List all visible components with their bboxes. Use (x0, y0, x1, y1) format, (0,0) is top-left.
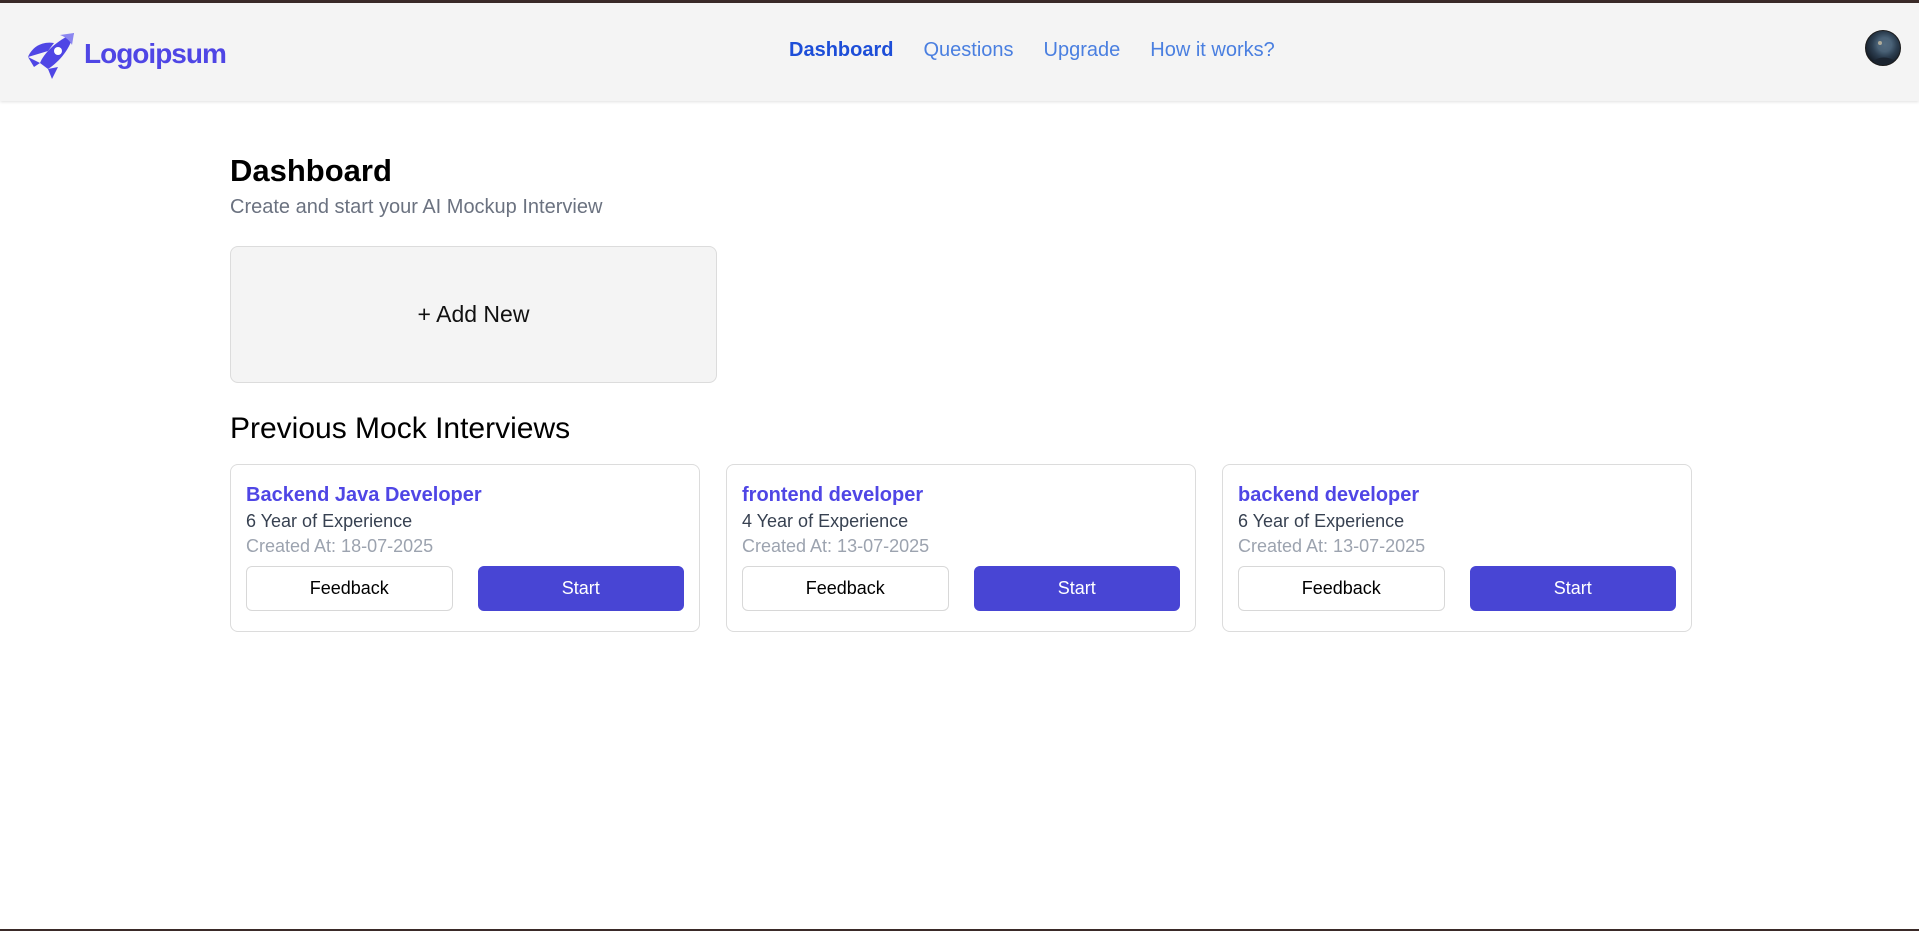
top-navbar: Logoipsum Dashboard Questions Upgrade Ho… (0, 3, 1919, 101)
page-subtitle: Create and start your AI Mockup Intervie… (230, 196, 603, 218)
interview-role: backend developer (1238, 484, 1420, 506)
interview-card: Backend Java Developer 6 Year of Experie… (230, 464, 700, 632)
nav-dashboard[interactable]: Dashboard (789, 39, 893, 62)
feedback-button[interactable]: Feedback (246, 566, 453, 611)
start-button[interactable]: Start (973, 566, 1180, 611)
interview-experience: 6 Year of Experience (1238, 511, 1405, 531)
brand-logo[interactable]: Logoipsum (22, 27, 227, 81)
interview-created-date: Created At: 13-07-2025 (742, 536, 930, 556)
rocket-logo-icon (28, 33, 74, 79)
page-title: Dashboard (230, 153, 392, 188)
add-new-label: + Add New (417, 301, 530, 327)
interview-card: backend developer 6 Year of Experience C… (1222, 464, 1692, 632)
section-title: Previous Mock Interviews (230, 412, 571, 445)
interview-role: Backend Java Developer (246, 484, 482, 506)
interview-experience: 6 Year of Experience (246, 511, 413, 531)
main-nav: Dashboard Questions Upgrade How it works… (789, 39, 1275, 62)
card-actions: Feedback Start (246, 566, 684, 611)
nav-how-it-works[interactable]: How it works? (1150, 39, 1274, 62)
interview-created-date: Created At: 13-07-2025 (1238, 536, 1426, 556)
dashboard-content: Dashboard Create and start your AI Mocku… (230, 152, 1692, 632)
user-avatar[interactable] (1865, 30, 1901, 66)
start-button[interactable]: Start (1469, 566, 1676, 611)
interview-list: Backend Java Developer 6 Year of Experie… (230, 464, 1692, 632)
avatar-photo-icon (1871, 38, 1897, 65)
interview-created-date: Created At: 18-07-2025 (246, 536, 434, 556)
interview-role: frontend developer (742, 484, 924, 506)
add-new-interview-card[interactable]: + Add New (230, 246, 717, 383)
interview-experience: 4 Year of Experience (742, 511, 909, 531)
nav-questions[interactable]: Questions (923, 39, 1013, 62)
feedback-button[interactable]: Feedback (1238, 566, 1445, 611)
brand-name: Logoipsum (84, 38, 227, 69)
start-button[interactable]: Start (477, 566, 684, 611)
nav-upgrade[interactable]: Upgrade (1044, 39, 1121, 62)
interview-card: frontend developer 4 Year of Experience … (726, 464, 1196, 632)
card-actions: Feedback Start (1238, 566, 1676, 611)
feedback-button[interactable]: Feedback (742, 566, 949, 611)
card-actions: Feedback Start (742, 566, 1180, 611)
